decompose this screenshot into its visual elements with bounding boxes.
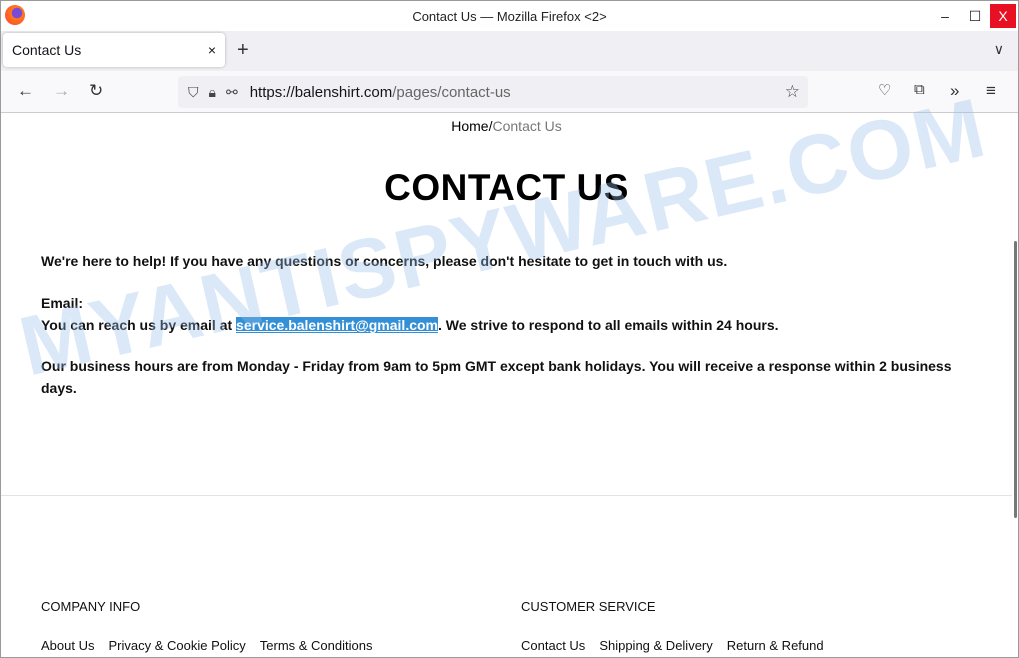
title-bar: Contact Us — Mozilla Firefox <2> – ☐ X (1, 1, 1018, 31)
tab-contact-us[interactable]: Contact Us × (3, 33, 225, 67)
email-text: You can reach us by email at service.bal… (41, 317, 779, 333)
tab-bar: Contact Us × + ∨ (1, 31, 1018, 71)
footer-link-shipping[interactable]: Shipping & Delivery (599, 638, 712, 653)
minimize-button[interactable]: – (930, 8, 960, 24)
page-title: CONTACT US (384, 167, 629, 208)
customer-service-heading: CUSTOMER SERVICE (521, 599, 656, 614)
breadcrumb: Home/Contact Us (451, 118, 562, 134)
back-icon[interactable]: ← (17, 81, 34, 101)
pocket-icon[interactable]: ♡ (878, 81, 891, 99)
hours-text: Our business hours are from Monday - Fri… (41, 358, 952, 396)
breadcrumb-current: Contact Us (492, 118, 562, 134)
firefox-logo-icon (5, 5, 25, 25)
divider (1, 495, 1012, 496)
breadcrumb-home[interactable]: Home (451, 118, 488, 134)
menu-icon[interactable]: ≡ (986, 81, 996, 101)
url-bar[interactable]: ⛉ 🔒︎ ⚯ https://balenshirt.com/pages/cont… (178, 76, 808, 108)
intro-text: We're here to help! If you have any ques… (41, 253, 728, 269)
company-info-heading: COMPANY INFO (41, 599, 141, 614)
shield-icon[interactable]: ⛉ (188, 84, 199, 101)
overflow-icon[interactable]: » (950, 81, 959, 101)
close-tab-icon[interactable]: × (208, 42, 216, 58)
footer-link-terms[interactable]: Terms & Conditions (260, 638, 373, 653)
permissions-icon[interactable]: ⚯ (226, 84, 238, 101)
new-tab-button[interactable]: + (237, 39, 249, 62)
tab-label: Contact Us (12, 42, 82, 58)
email-link[interactable]: service.balenshirt@gmail.com (236, 317, 439, 333)
nav-bar: ← → ↻ ⛉ 🔒︎ ⚯ https://balenshirt.com/page… (1, 71, 1018, 113)
extensions-icon[interactable]: ⧉ (914, 81, 925, 98)
chevron-down-icon[interactable]: ∨ (994, 41, 1004, 58)
footer-link-privacy[interactable]: Privacy & Cookie Policy (108, 638, 245, 653)
maximize-button[interactable]: ☐ (960, 8, 990, 25)
footer-link-contact-us[interactable]: Contact Us (521, 638, 585, 653)
forward-icon[interactable]: → (53, 81, 70, 101)
page-content: Home/Contact Us CONTACT US We're here to… (1, 113, 1012, 657)
close-window-button[interactable]: X (990, 4, 1016, 28)
lock-icon[interactable]: 🔒︎ (209, 84, 216, 101)
reload-icon[interactable]: ↻ (89, 81, 103, 101)
window-title: Contact Us — Mozilla Firefox <2> (412, 8, 607, 24)
footer-link-about-us[interactable]: About Us (41, 638, 94, 653)
email-label: Email: (41, 295, 84, 311)
footer-link-return[interactable]: Return & Refund (727, 638, 824, 653)
scrollbar[interactable] (1014, 241, 1017, 518)
bookmark-star-icon[interactable]: ☆ (785, 82, 800, 102)
url-text[interactable]: https://balenshirt.com/pages/contact-us (250, 84, 511, 101)
